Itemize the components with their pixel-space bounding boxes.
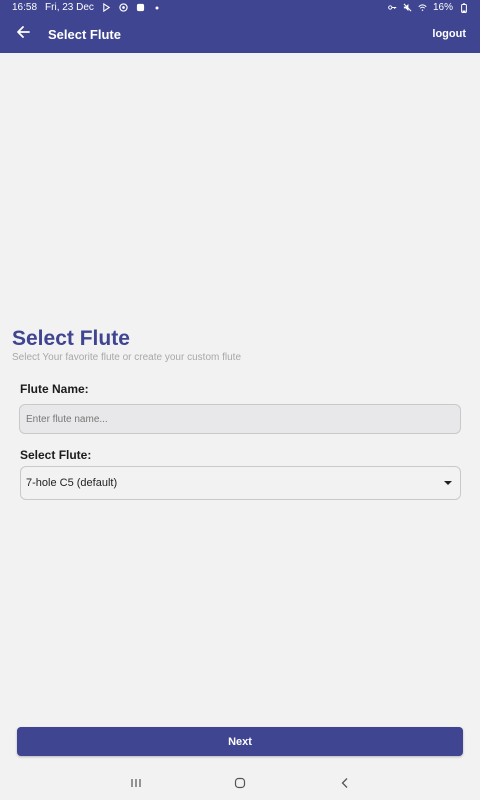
shield-icon	[119, 3, 128, 12]
page-subtitle: Select Your favorite flute or create you…	[12, 352, 242, 363]
status-bar-right: 16%	[388, 2, 468, 13]
recents-icon	[130, 776, 142, 794]
flute-select-dropdown[interactable]: 7-hole C5 (default)	[20, 466, 461, 500]
app-bar-title: Select Flute	[48, 26, 121, 42]
mute-icon	[403, 3, 412, 12]
flute-name-input[interactable]	[19, 404, 461, 434]
chevron-down-icon	[444, 481, 452, 485]
recents-button[interactable]	[129, 778, 143, 792]
status-date: Fri, 23 Dec	[45, 2, 94, 13]
dot-icon	[153, 3, 162, 12]
flute-select-value: 7-hole C5 (default)	[26, 477, 118, 489]
page-title: Select Flute	[12, 327, 130, 350]
wifi-icon	[418, 3, 427, 12]
logout-button[interactable]: logout	[432, 28, 466, 40]
back-icon	[339, 776, 351, 794]
home-icon	[234, 776, 246, 794]
next-button[interactable]: Next	[17, 727, 463, 756]
system-nav-bar	[0, 770, 480, 800]
play-store-icon	[102, 3, 111, 12]
battery-icon	[459, 2, 468, 13]
flute-name-label: Flute Name:	[20, 382, 89, 396]
status-bar: 16:58 Fri, 23 Dec 16%	[0, 0, 480, 15]
gallery-icon	[136, 3, 145, 12]
status-bar-left: 16:58 Fri, 23 Dec	[12, 2, 162, 13]
main-content: Select Flute Select Your favorite flute …	[0, 53, 480, 770]
arrow-left-icon	[16, 25, 30, 44]
back-button[interactable]	[12, 23, 34, 45]
home-button[interactable]	[233, 776, 247, 794]
app-bar: Select Flute logout	[0, 15, 480, 53]
status-time: 16:58	[12, 2, 38, 13]
key-icon	[388, 3, 397, 12]
battery-percent: 16%	[432, 2, 453, 13]
select-flute-label: Select Flute:	[20, 448, 92, 462]
system-back-button[interactable]	[338, 778, 352, 792]
